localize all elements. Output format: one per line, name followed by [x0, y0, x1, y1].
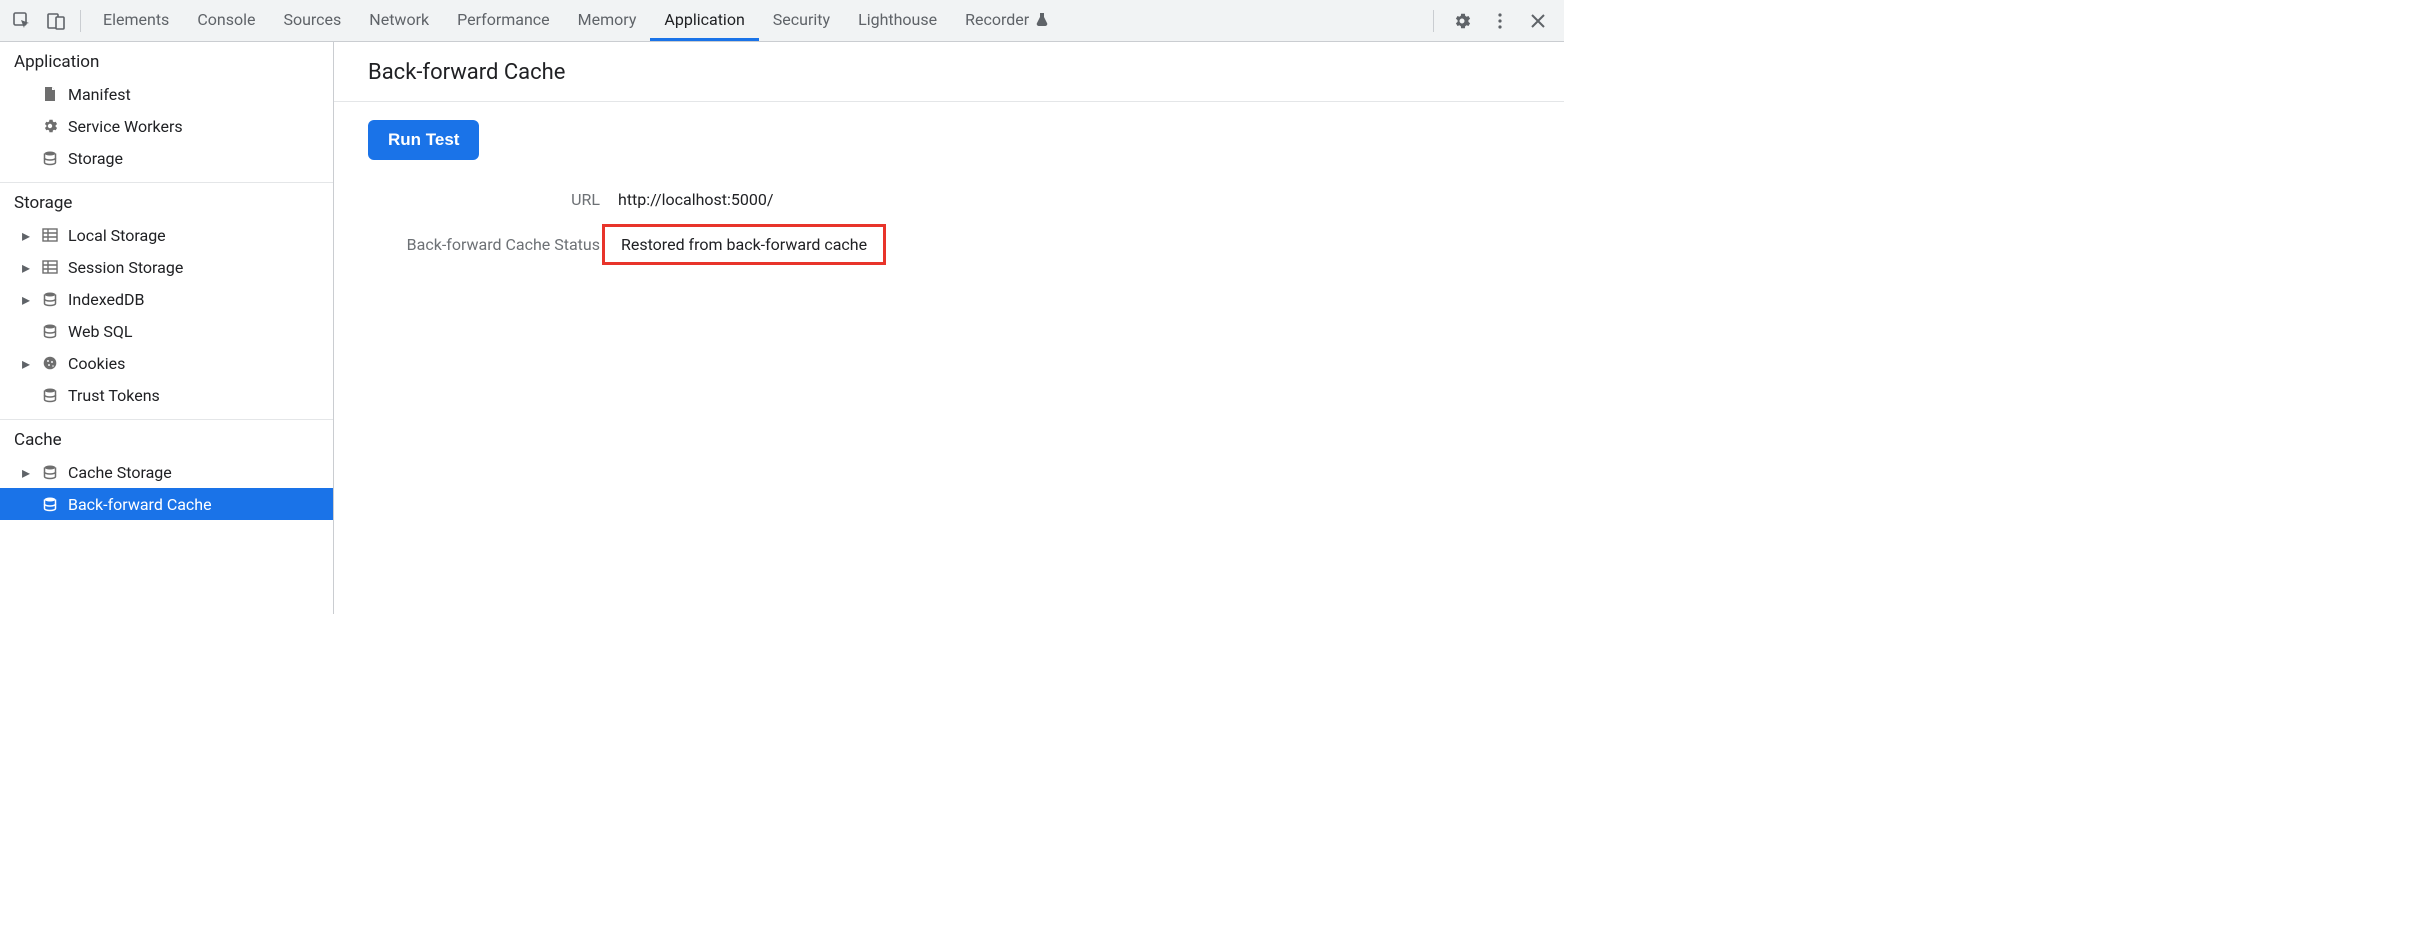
sidebar-item-storage[interactable]: Storage	[0, 142, 333, 174]
sidebar-item-label: Web SQL	[68, 322, 133, 341]
sidebar-item-label: Cookies	[68, 354, 125, 373]
sidebar-item-trust-tokens[interactable]: Trust Tokens	[0, 379, 333, 411]
url-label: URL	[368, 190, 618, 209]
url-value: http://localhost:5000/	[618, 190, 1530, 209]
sidebar-item-service-workers[interactable]: Service Workers	[0, 110, 333, 142]
run-test-button[interactable]: Run Test	[368, 120, 479, 160]
tab-label: Console	[197, 10, 255, 29]
chevron-right-icon: ▸	[20, 354, 32, 373]
sidebar-item-manifest[interactable]: Manifest	[0, 78, 333, 110]
settings-icon[interactable]	[1446, 5, 1478, 37]
sidebar-item-session-storage[interactable]: ▸ Session Storage	[0, 251, 333, 283]
chevron-right-icon: ▸	[20, 463, 32, 482]
sidebar-item-back-forward-cache[interactable]: Back-forward Cache	[0, 488, 333, 520]
sidebar-item-label: Back-forward Cache	[68, 495, 212, 514]
tab-elements[interactable]: Elements	[89, 0, 183, 41]
tab-label: Performance	[457, 10, 550, 29]
flask-icon	[1035, 12, 1049, 26]
tab-memory[interactable]: Memory	[564, 0, 651, 41]
file-icon	[40, 86, 60, 102]
sidebar-group-cache: Cache	[0, 420, 333, 456]
devtools-tabbar: Elements Console Sources Network Perform…	[0, 0, 1564, 42]
database-icon	[40, 150, 60, 166]
cookie-icon	[40, 355, 60, 371]
bfcache-status-value: Restored from back-forward cache	[621, 235, 867, 254]
tab-application[interactable]: Application	[650, 0, 758, 41]
grid-icon	[40, 259, 60, 275]
sidebar-item-label: Service Workers	[68, 117, 183, 136]
sidebar-item-label: IndexedDB	[68, 290, 144, 309]
sidebar-group-storage: Storage	[0, 183, 333, 219]
application-sidebar: Application Manifest Service Workers	[0, 42, 334, 614]
chevron-right-icon: ▸	[20, 258, 32, 277]
panel-tabs: Elements Console Sources Network Perform…	[89, 0, 1425, 41]
page-title: Back-forward Cache	[334, 42, 1564, 102]
tabbar-divider	[80, 10, 81, 32]
tab-performance[interactable]: Performance	[443, 0, 564, 41]
sidebar-item-label: Trust Tokens	[68, 386, 160, 405]
tab-label: Security	[773, 10, 830, 29]
database-icon	[40, 387, 60, 403]
grid-icon	[40, 227, 60, 243]
sidebar-item-indexeddb[interactable]: ▸ IndexedDB	[0, 283, 333, 315]
device-toolbar-icon[interactable]	[40, 5, 72, 37]
sidebar-item-web-sql[interactable]: Web SQL	[0, 315, 333, 347]
tab-label: Recorder	[965, 10, 1029, 29]
sidebar-item-label: Manifest	[68, 85, 131, 104]
sidebar-group-application: Application	[0, 42, 333, 78]
tab-label: Memory	[578, 10, 637, 29]
sidebar-item-cookies[interactable]: ▸ Cookies	[0, 347, 333, 379]
sidebar-item-local-storage[interactable]: ▸ Local Storage	[0, 219, 333, 251]
tab-security[interactable]: Security	[759, 0, 844, 41]
bfcache-status-label: Back-forward Cache Status	[368, 235, 618, 265]
tab-sources[interactable]: Sources	[269, 0, 355, 41]
chevron-right-icon: ▸	[20, 226, 32, 245]
tab-network[interactable]: Network	[355, 0, 443, 41]
tab-lighthouse[interactable]: Lighthouse	[844, 0, 951, 41]
database-icon	[40, 496, 60, 512]
sidebar-item-label: Local Storage	[68, 226, 166, 245]
tab-label: Lighthouse	[858, 10, 937, 29]
bfcache-status-highlight: Restored from back-forward cache	[602, 224, 886, 265]
tabbar-divider	[1433, 10, 1434, 32]
tab-label: Network	[369, 10, 429, 29]
tab-console[interactable]: Console	[183, 0, 269, 41]
sidebar-item-label: Session Storage	[68, 258, 183, 277]
sidebar-item-cache-storage[interactable]: ▸ Cache Storage	[0, 456, 333, 488]
tab-recorder[interactable]: Recorder	[951, 0, 1063, 41]
tab-label: Elements	[103, 10, 169, 29]
sidebar-item-label: Storage	[68, 149, 123, 168]
kebab-menu-icon[interactable]	[1484, 5, 1516, 37]
tab-label: Application	[664, 10, 744, 29]
gear-icon	[40, 118, 60, 134]
database-icon	[40, 323, 60, 339]
tab-label: Sources	[283, 10, 341, 29]
close-icon[interactable]	[1522, 5, 1554, 37]
database-icon	[40, 464, 60, 480]
chevron-right-icon: ▸	[20, 290, 32, 309]
sidebar-item-label: Cache Storage	[68, 463, 172, 482]
database-icon	[40, 291, 60, 307]
inspect-element-icon[interactable]	[6, 5, 38, 37]
content-pane: Back-forward Cache Run Test URL http://l…	[334, 42, 1564, 614]
